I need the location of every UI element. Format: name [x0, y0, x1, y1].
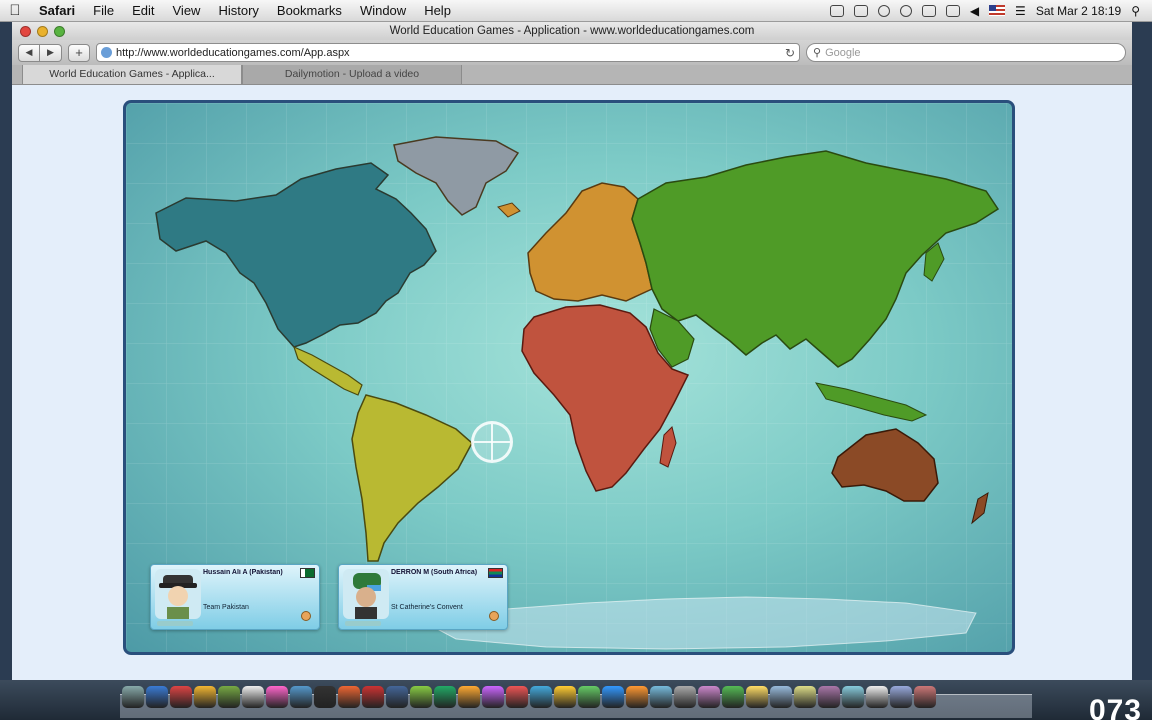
dock-app-icon[interactable] [674, 686, 696, 708]
dock-app-icon[interactable] [626, 686, 648, 708]
dock-app-icon[interactable] [338, 686, 360, 708]
clock[interactable]: Sat Mar 2 18:19 [1036, 4, 1121, 18]
dock-app-icon[interactable] [386, 686, 408, 708]
menu-view[interactable]: View [164, 3, 210, 18]
safari-window: World Education Games - Application - ww… [12, 22, 1132, 680]
dock-app-icon[interactable] [458, 686, 480, 708]
close-window-button[interactable] [20, 25, 31, 37]
dock-app-icon[interactable] [506, 686, 528, 708]
dock-app-icon[interactable] [554, 686, 576, 708]
dock-app-icon[interactable] [170, 686, 192, 708]
dock-app-icon[interactable] [362, 686, 384, 708]
menu-app-name[interactable]: Safari [30, 3, 84, 18]
dock-app-icon[interactable] [578, 686, 600, 708]
dock-app-icon[interactable] [746, 686, 768, 708]
map-crosshair-cursor [471, 421, 513, 463]
south-africa-flag-icon [488, 568, 503, 578]
volume-icon[interactable]: ◀ [970, 4, 979, 18]
dock-app-icon[interactable] [770, 686, 792, 708]
dock-app-icon[interactable] [410, 686, 432, 708]
player-level-bar [157, 621, 193, 626]
window-title: World Education Games - Application - ww… [389, 25, 755, 37]
pakistan-flag-icon [300, 568, 315, 578]
dock-app-icon[interactable] [242, 686, 264, 708]
input-source-flag-icon[interactable] [989, 5, 1006, 16]
dock-app-icon[interactable] [530, 686, 552, 708]
browser-toolbar: ◀ ▶ + http://www.worldeducationgames.com… [12, 40, 1132, 65]
search-placeholder: Google [825, 46, 861, 59]
tab-dailymotion[interactable]: Dailymotion - Upload a video [242, 65, 462, 84]
battery-icon[interactable] [945, 4, 960, 17]
search-icon: ⚲ [813, 47, 822, 59]
dock [0, 680, 1152, 720]
tab-world-education-games[interactable]: World Education Games - Applica... [22, 65, 242, 84]
display-icon[interactable] [853, 4, 868, 17]
dock-app-icon[interactable] [122, 686, 144, 708]
player-card[interactable]: DERRON M (South Africa) St Catherine's C… [338, 564, 508, 630]
search-field[interactable]: ⚲ Google [806, 43, 1126, 62]
address-bar[interactable]: http://www.worldeducationgames.com/App.a… [96, 43, 800, 62]
dock-app-icon[interactable] [602, 686, 624, 708]
status-area: ◀ ☰ Sat Mar 2 18:19 ⚲ [829, 4, 1152, 18]
dock-app-icon[interactable] [890, 686, 912, 708]
dock-app-icon[interactable] [722, 686, 744, 708]
time-machine-icon[interactable] [899, 4, 912, 17]
menu-edit[interactable]: Edit [123, 3, 163, 18]
video-counter-text: 073 [1088, 694, 1142, 720]
player-card[interactable]: Hussain Ali A (Pakistan) Team Pakistan [150, 564, 320, 630]
menu-help[interactable]: Help [415, 3, 460, 18]
dock-app-icon[interactable] [914, 686, 936, 708]
back-button[interactable]: ◀ [18, 43, 40, 62]
forward-button[interactable]: ▶ [40, 43, 62, 62]
dock-app-icon[interactable] [650, 686, 672, 708]
dock-app-icon[interactable] [434, 686, 456, 708]
menu-bookmarks[interactable]: Bookmarks [268, 3, 351, 18]
camera-icon[interactable] [829, 4, 844, 17]
dock-app-icon[interactable] [818, 686, 840, 708]
world-map-game: Hussain Ali A (Pakistan) Team Pakistan D… [123, 100, 1015, 655]
player-status-icon [301, 611, 311, 621]
page-content: Hussain Ali A (Pakistan) Team Pakistan D… [12, 85, 1132, 680]
sync-icon[interactable] [877, 4, 890, 17]
bluetooth-icon[interactable] [921, 4, 936, 17]
player-school: St Catherine's Convent [391, 604, 463, 611]
player-name: DERRON M (South Africa) [391, 569, 478, 576]
menu-file[interactable]: File [84, 3, 123, 18]
menu-history[interactable]: History [209, 3, 267, 18]
dock-app-icon[interactable] [290, 686, 312, 708]
dock-app-icon[interactable] [698, 686, 720, 708]
minimize-window-button[interactable] [37, 25, 48, 37]
dock-app-icon[interactable] [794, 686, 816, 708]
tab-bar: World Education Games - Applica... Daily… [12, 65, 1132, 85]
dock-app-icon[interactable] [482, 686, 504, 708]
dock-app-icon[interactable] [866, 686, 888, 708]
wifi-icon[interactable]: ☰ [1015, 4, 1026, 18]
player-status-icon [489, 611, 499, 621]
player-avatar [155, 569, 201, 619]
menu-window[interactable]: Window [351, 3, 415, 18]
dock-app-icon[interactable] [194, 686, 216, 708]
dock-app-icon[interactable] [842, 686, 864, 708]
apple-menu-icon[interactable]:  [0, 2, 30, 19]
add-bookmark-button[interactable]: + [68, 43, 90, 62]
dock-app-icon[interactable] [146, 686, 168, 708]
site-favicon-icon [101, 47, 112, 58]
dock-app-icon[interactable] [314, 686, 336, 708]
title-bar: World Education Games - Application - ww… [12, 22, 1132, 40]
dock-app-icon[interactable] [218, 686, 240, 708]
player-school: Team Pakistan [203, 604, 249, 611]
reload-icon[interactable]: ↻ [785, 46, 795, 60]
menu-bar:  Safari File Edit View History Bookmark… [0, 0, 1152, 22]
spotlight-search-icon[interactable]: ⚲ [1131, 4, 1140, 18]
player-level-bar [345, 621, 381, 626]
player-name: Hussain Ali A (Pakistan) [203, 569, 283, 576]
player-avatar [343, 569, 389, 619]
url-text[interactable]: http://www.worldeducationgames.com/App.a… [116, 47, 785, 59]
dock-app-icon[interactable] [266, 686, 288, 708]
zoom-window-button[interactable] [54, 25, 65, 37]
